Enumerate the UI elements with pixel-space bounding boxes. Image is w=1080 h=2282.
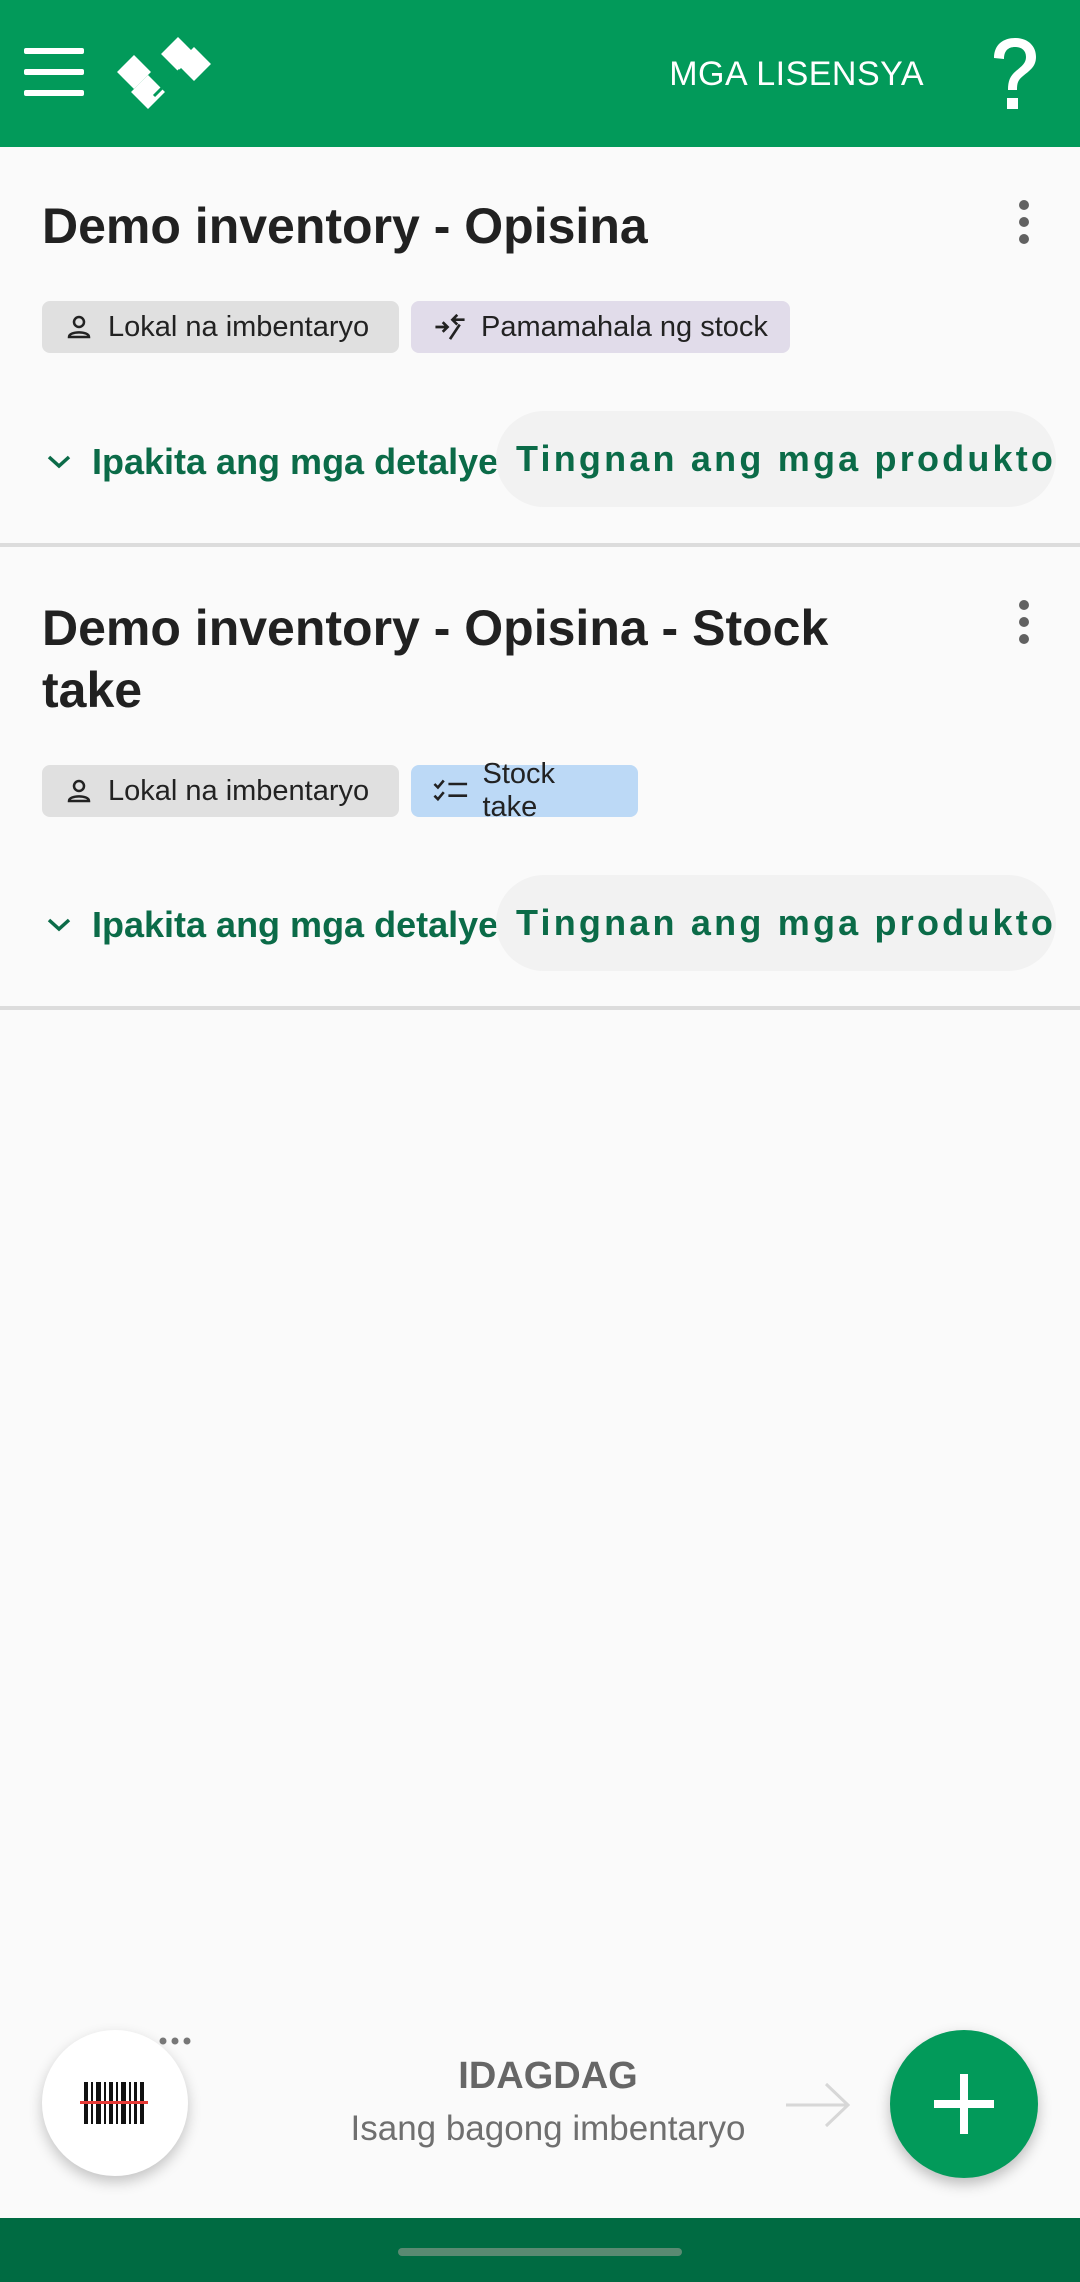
home-gesture-handle[interactable] [398, 2248, 682, 2256]
show-details-toggle[interactable]: Ipakita ang mga detalye [46, 895, 498, 955]
chip-local-inventory: Lokal na imbentaryo [42, 301, 399, 353]
inventory-title: Demo inventory - Opisina - Stock take [42, 600, 829, 718]
view-products-button[interactable]: Tingnan ang mga produkto [496, 411, 1056, 507]
more-options-icon[interactable] [1008, 197, 1040, 253]
plus-icon [934, 2074, 994, 2134]
inventory-card[interactable]: Demo inventory - Opisina Lokal na imbent… [0, 147, 1080, 547]
top-app-bar: MGA LISENSYA [0, 0, 1080, 147]
inventory-chips: Lokal na imbentaryo Stock take [42, 758, 638, 823]
barcode-scan-icon [80, 2082, 148, 2124]
chip-label: Lokal na imbentaryo [108, 310, 370, 343]
stock-management-icon [435, 313, 465, 340]
view-products-button[interactable]: Tingnan ang mga produkto [496, 875, 1056, 971]
chip-stock-management: Pamamahala ng stock [411, 301, 790, 353]
person-icon [67, 315, 91, 339]
inventory-chips: Lokal na imbentaryo Pamamahala ng stock [42, 301, 790, 353]
inventory-title: Demo inventory - Opisina [42, 198, 648, 254]
hamburger-menu-icon[interactable] [24, 46, 84, 98]
scan-options-icon[interactable] [158, 2036, 192, 2046]
licenses-button[interactable]: MGA LISENSYA [669, 52, 924, 96]
add-hint-title: IDAGDAG [458, 2055, 638, 2097]
add-inventory-button[interactable] [890, 2030, 1038, 2178]
add-inventory-hint: IDAGDAG Isang bagong imbentaryo [300, 2052, 796, 2154]
chip-label: Pamamahala ng stock [481, 310, 768, 343]
add-hint-subtitle: Isang bagong imbentaryo [350, 2109, 746, 2148]
show-details-toggle[interactable]: Ipakita ang mga detalye [46, 432, 498, 492]
question-mark-icon[interactable] [984, 36, 1044, 112]
chip-stock-take: Stock take [411, 758, 638, 823]
barcode-scan-button[interactable] [42, 2030, 188, 2176]
person-icon [67, 779, 91, 803]
chevron-down-icon [47, 455, 71, 469]
chevron-down-icon [47, 918, 71, 932]
show-details-label: Ipakita ang mga detalye [92, 904, 499, 945]
app-logo-icon [117, 37, 211, 109]
more-options-icon[interactable] [1008, 597, 1040, 653]
checklist-icon [433, 779, 468, 802]
system-navigation-bar [0, 2218, 1080, 2282]
arrow-right-icon [786, 2082, 851, 2128]
chip-local-inventory: Lokal na imbentaryo [42, 765, 399, 817]
inventory-card[interactable]: Demo inventory - Opisina - Stock take Lo… [0, 547, 1080, 1010]
chip-label: Stock take [482, 758, 556, 823]
show-details-label: Ipakita ang mga detalye [92, 441, 499, 482]
chip-label: Lokal na imbentaryo [108, 774, 370, 807]
